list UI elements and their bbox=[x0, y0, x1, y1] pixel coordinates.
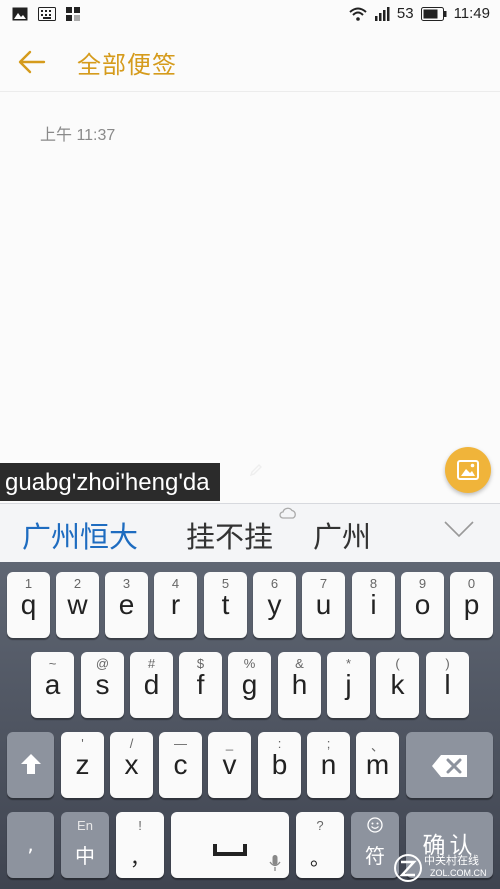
key-hint: En bbox=[77, 818, 93, 833]
key-m[interactable]: 、 m bbox=[356, 732, 399, 798]
shift-icon bbox=[21, 754, 41, 774]
backspace-icon bbox=[432, 755, 467, 777]
app-header: 全部便签 bbox=[0, 32, 500, 92]
key-z[interactable]: ' z bbox=[61, 732, 104, 798]
key-r[interactable]: 4r bbox=[154, 572, 197, 638]
key-label: u bbox=[315, 589, 332, 620]
key-label: k bbox=[390, 669, 405, 700]
key-l[interactable]: ) l bbox=[426, 652, 469, 718]
period-key[interactable]: ?。 bbox=[296, 812, 344, 878]
key-d[interactable]: # d bbox=[130, 652, 173, 718]
space-key[interactable] bbox=[171, 812, 289, 878]
key-label: t bbox=[221, 589, 230, 620]
status-bar: 53 11:49 bbox=[0, 0, 500, 32]
key-n[interactable]: ; n bbox=[307, 732, 350, 798]
key-label: a bbox=[44, 669, 61, 700]
key-label: w bbox=[67, 589, 88, 620]
wifi-icon bbox=[349, 7, 367, 21]
key-u[interactable]: 7u bbox=[302, 572, 345, 638]
apps-notification-icon bbox=[66, 7, 80, 21]
emoji-icon bbox=[367, 817, 383, 833]
key-label: i bbox=[370, 589, 377, 620]
pinyin-composing-text: guabg'zhoi'heng'da bbox=[0, 463, 220, 501]
microphone-icon bbox=[269, 855, 281, 871]
cloud-icon bbox=[279, 507, 296, 519]
key-y[interactable]: 6y bbox=[253, 572, 296, 638]
key-label: s bbox=[95, 669, 110, 700]
backspace-key[interactable] bbox=[406, 732, 493, 798]
key-p[interactable]: 0p bbox=[450, 572, 493, 638]
key-v[interactable]: _ v bbox=[208, 732, 251, 798]
key-label: b bbox=[271, 749, 288, 780]
key-g[interactable]: % g bbox=[228, 652, 271, 718]
key-hint: ? bbox=[316, 818, 324, 833]
key-w[interactable]: 2w bbox=[56, 572, 99, 638]
pencil-icon[interactable] bbox=[249, 463, 263, 477]
key-s[interactable]: @ s bbox=[81, 652, 124, 718]
key-j[interactable]: * j bbox=[327, 652, 370, 718]
watermark-subtext: ZOL.COM.CN bbox=[430, 868, 487, 878]
key-o[interactable]: 9o bbox=[401, 572, 444, 638]
page-title: 全部便签 bbox=[77, 51, 177, 79]
key-q[interactable]: 1q bbox=[7, 572, 50, 638]
key-x[interactable]: / x bbox=[110, 732, 153, 798]
key-label: q bbox=[20, 589, 37, 620]
candidate-1[interactable]: 广州恒大 bbox=[22, 514, 138, 556]
key-label: r bbox=[170, 589, 181, 620]
watermark-text: 中关村在线 bbox=[424, 855, 479, 867]
key-h[interactable]: & h bbox=[278, 652, 321, 718]
candidate-3[interactable]: 广州 bbox=[313, 514, 371, 556]
key-label: x bbox=[124, 749, 139, 780]
chevron-down-icon[interactable] bbox=[443, 519, 475, 539]
shift-key[interactable] bbox=[7, 732, 54, 798]
space-icon bbox=[213, 844, 247, 856]
key-f[interactable]: $ f bbox=[179, 652, 222, 718]
key-label: g bbox=[241, 669, 258, 700]
key-label: v bbox=[222, 749, 237, 780]
image-notification-icon bbox=[12, 7, 28, 21]
cell-signal-icon bbox=[374, 6, 390, 21]
key-c[interactable]: — c bbox=[159, 732, 202, 798]
key-label: o bbox=[414, 589, 431, 620]
key-label: m bbox=[365, 749, 390, 780]
candidate-bar: 广州恒大 挂不挂 广州 bbox=[0, 503, 500, 562]
apostrophe-key[interactable]: , bbox=[7, 812, 54, 878]
key-t[interactable]: 5t bbox=[204, 572, 247, 638]
key-a[interactable]: ~ a bbox=[31, 652, 74, 718]
key-label: y bbox=[267, 589, 282, 620]
key-label: z bbox=[75, 749, 90, 780]
key-b[interactable]: :b bbox=[258, 732, 301, 798]
key-label: j bbox=[345, 669, 352, 700]
insert-image-button[interactable] bbox=[445, 447, 491, 493]
key-label: l bbox=[444, 669, 451, 700]
language-switch-key[interactable]: En 中 bbox=[61, 812, 109, 878]
key-hint: ! bbox=[138, 818, 142, 833]
key-label: d bbox=[143, 669, 160, 700]
comma-key[interactable]: !， bbox=[116, 812, 164, 878]
key-k[interactable]: (k bbox=[376, 652, 419, 718]
clock: 11:49 bbox=[453, 5, 490, 22]
key-label: f bbox=[196, 669, 205, 700]
key-label: 中 bbox=[75, 844, 95, 868]
key-label: e bbox=[118, 589, 135, 620]
key-label: 。 bbox=[310, 846, 330, 870]
key-i[interactable]: 8i bbox=[352, 572, 395, 638]
image-icon bbox=[457, 460, 479, 480]
key-e[interactable]: 3e bbox=[105, 572, 148, 638]
key-label: c bbox=[173, 749, 188, 780]
key-label: , bbox=[27, 832, 34, 856]
keyboard-notification-icon bbox=[38, 7, 56, 21]
back-button[interactable] bbox=[14, 44, 50, 80]
key-label: h bbox=[291, 669, 308, 700]
candidate-2[interactable]: 挂不挂 bbox=[186, 514, 273, 556]
key-label: n bbox=[320, 749, 337, 780]
arrow-left-icon bbox=[18, 50, 46, 74]
key-label: p bbox=[463, 589, 480, 620]
note-timestamp: 上午 11:37 bbox=[40, 127, 116, 144]
battery-icon bbox=[420, 6, 447, 21]
key-label: ， bbox=[130, 846, 150, 870]
signal-strength: 53 bbox=[396, 5, 414, 22]
